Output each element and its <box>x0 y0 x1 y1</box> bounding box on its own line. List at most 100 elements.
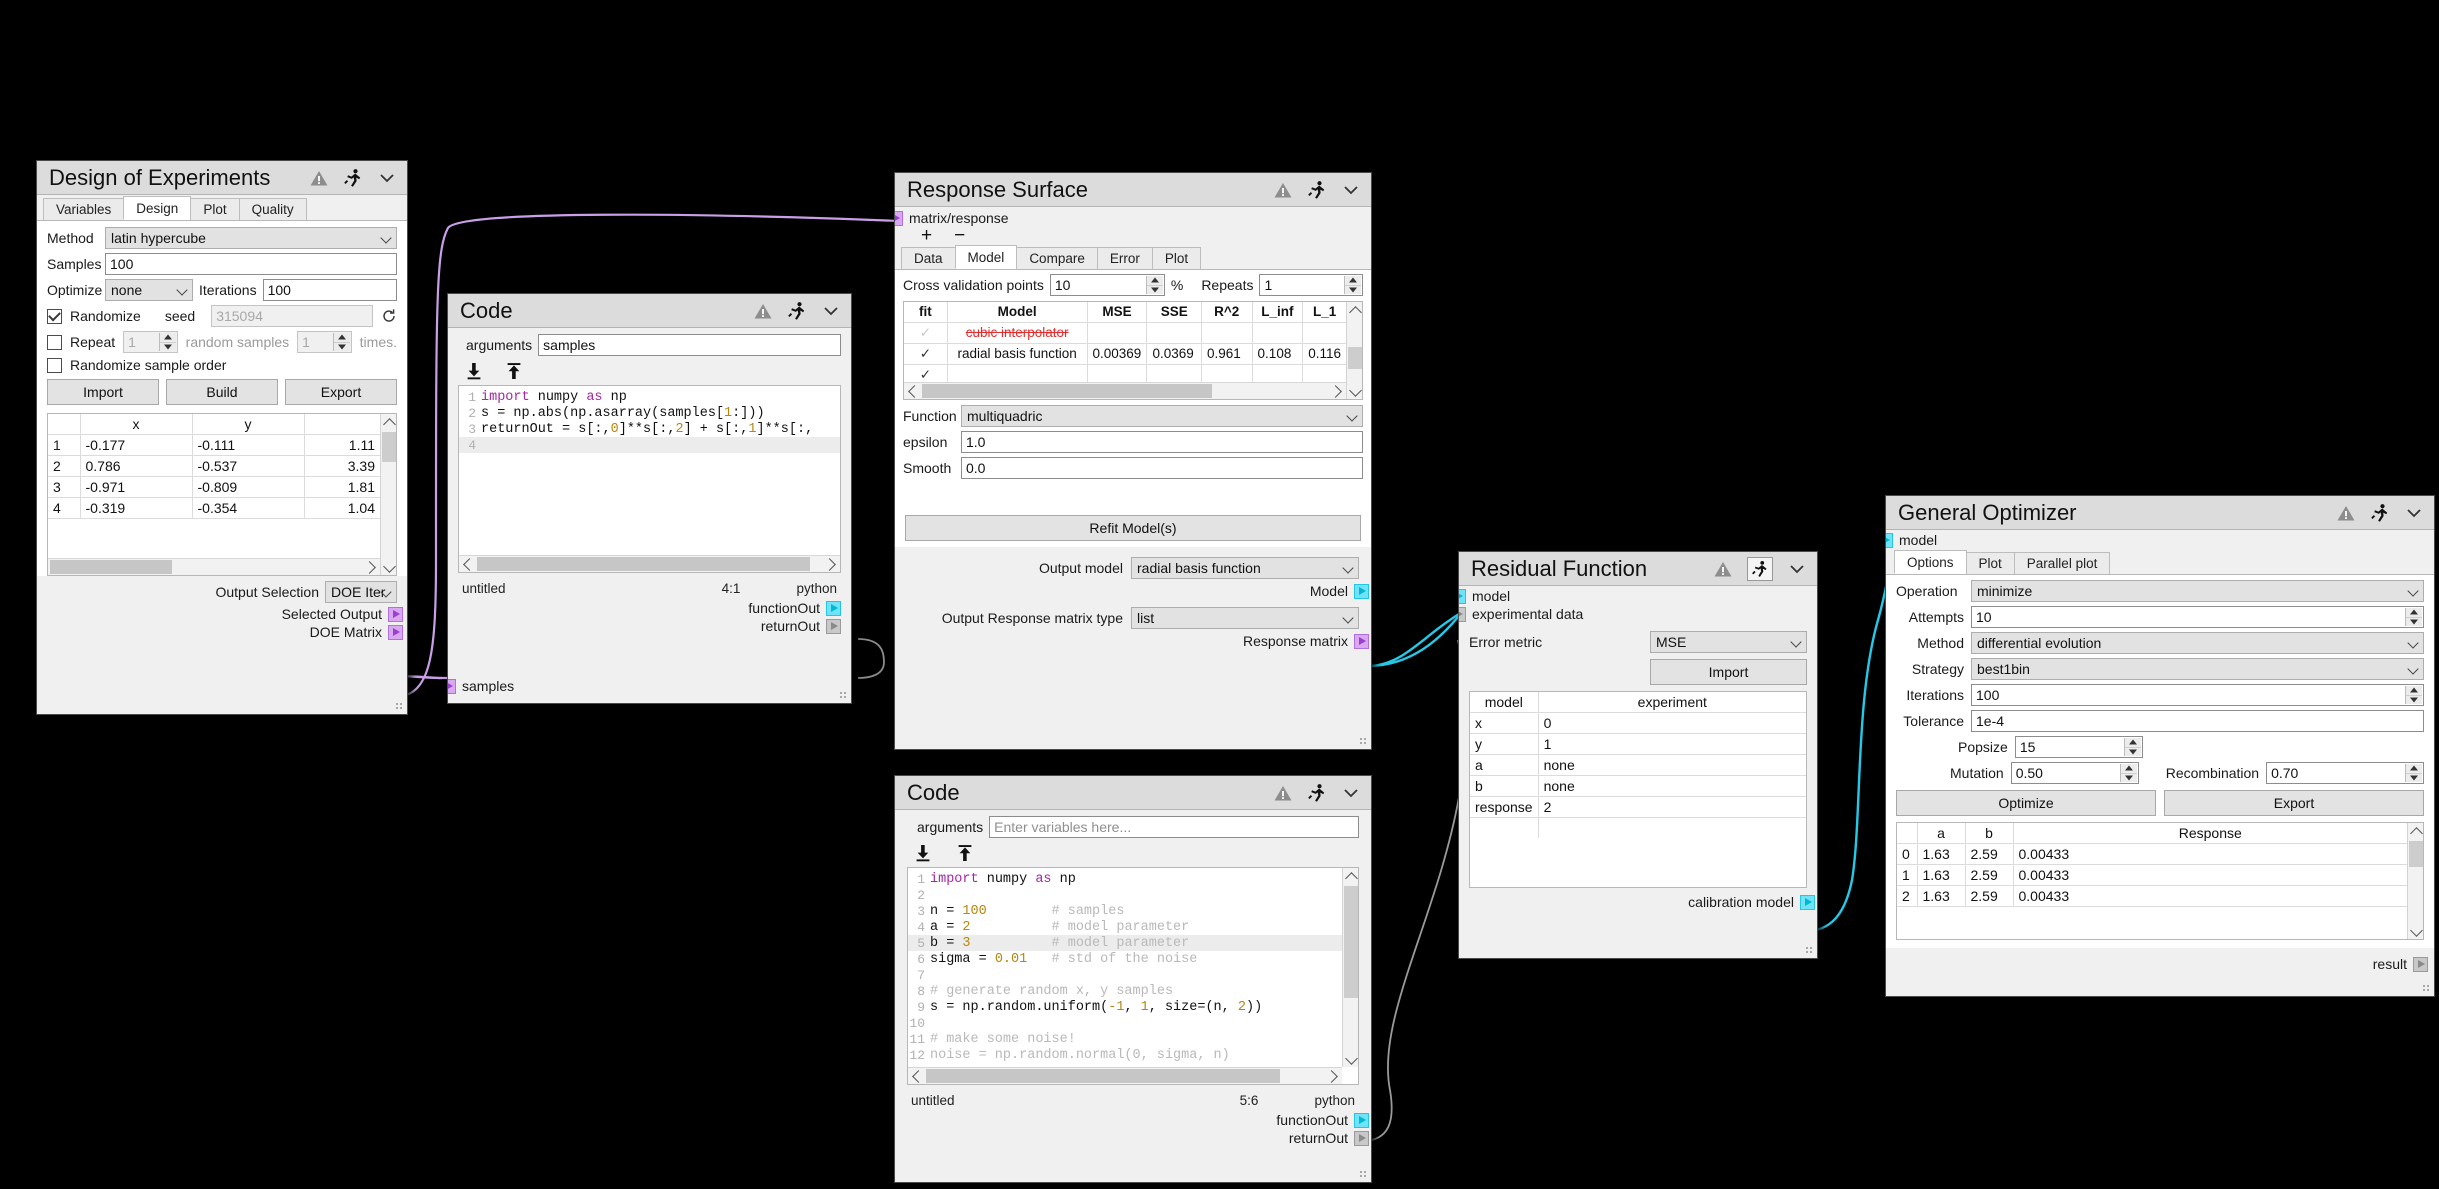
optimizer-titlebar[interactable]: General Optimizer <box>1886 496 2434 530</box>
tab-plot[interactable]: Plot <box>1965 552 2015 574</box>
tab-plot[interactable]: Plot <box>1151 247 1202 269</box>
popsize-spinner-arrows[interactable] <box>2123 738 2141 756</box>
error-metric-combo[interactable]: MSE <box>1650 631 1807 653</box>
node-graph-canvas[interactable]: Design of Experiments Variables Design P… <box>0 0 2439 1189</box>
optimizer-iterations-spinner-arrows[interactable] <box>2405 686 2422 704</box>
scroll-down-icon[interactable] <box>381 559 396 575</box>
run-icon[interactable] <box>2370 503 2390 523</box>
response-surface-titlebar[interactable]: Response Surface <box>895 173 1371 207</box>
mutation-spinner-arrows[interactable] <box>2119 764 2137 782</box>
table-row[interactable]: ✓ <box>904 363 1346 382</box>
download-icon[interactable] <box>464 361 484 381</box>
tab-model[interactable]: Model <box>954 245 1018 269</box>
tolerance-input[interactable]: 1e-4 <box>1971 710 2424 732</box>
arguments-input[interactable]: samples <box>538 334 841 356</box>
port-experimental-data-in[interactable] <box>1459 606 1466 622</box>
scroll-thumb[interactable] <box>477 557 810 571</box>
residual-titlebar[interactable]: Residual Function <box>1459 552 1817 586</box>
port-response-matrix-out[interactable] <box>1354 633 1369 649</box>
chevron-down-icon[interactable] <box>1341 180 1361 200</box>
node-response-surface[interactable]: Response Surface matrix/response + − Dat… <box>894 172 1372 750</box>
chevron-down-icon[interactable] <box>1341 783 1361 803</box>
iterations-input[interactable]: 100 <box>262 279 397 301</box>
upload-icon[interactable] <box>504 361 524 381</box>
rs-tabs[interactable]: Data Model Compare Error Plot <box>895 245 1371 270</box>
residual-import-button[interactable]: Import <box>1650 659 1807 685</box>
output-model-combo[interactable]: radial basis function <box>1131 557 1359 579</box>
scroll-right-icon[interactable] <box>823 556 840 572</box>
port-function-out[interactable] <box>1354 1112 1369 1128</box>
scroll-left-icon[interactable] <box>459 556 476 572</box>
scroll-up-icon[interactable] <box>381 414 396 430</box>
function-combo[interactable]: multiquadric <box>961 405 1363 427</box>
table-row[interactable]: b none <box>1470 775 1806 797</box>
random-samples-spinner[interactable]: 1 <box>297 331 352 353</box>
node-code-bottom[interactable]: Code arguments Enter variables here... 1… <box>894 775 1372 1183</box>
tab-error[interactable]: Error <box>1096 247 1153 269</box>
tab-options[interactable]: Options <box>1894 550 1967 574</box>
output-selection-combo[interactable]: DOE Iter <box>325 581 397 603</box>
port-calibration-model-out[interactable] <box>1800 894 1815 910</box>
resize-grip[interactable] <box>395 702 404 711</box>
run-icon[interactable] <box>1307 180 1327 200</box>
port-selected-output[interactable] <box>388 606 403 622</box>
doe-tabs[interactable]: Variables Design Plot Quality <box>37 196 407 221</box>
mutation-spinner[interactable]: 0.50 <box>2010 762 2139 784</box>
scroll-thumb[interactable] <box>1344 886 1358 998</box>
refit-models-button[interactable]: Refit Model(s) <box>905 515 1361 541</box>
rs-input-port-row[interactable]: matrix/response <box>895 207 1371 227</box>
table-row[interactable]: response 2 <box>1470 796 1806 818</box>
rs-model-port-row[interactable]: Model <box>907 583 1369 599</box>
samples-input[interactable]: 100 <box>105 253 397 275</box>
resize-grip[interactable] <box>1805 946 1814 955</box>
warning-icon[interactable] <box>1273 783 1293 803</box>
optimizer-result-output-row[interactable]: result <box>1886 948 2434 972</box>
doe-matrix-row[interactable]: DOE Matrix <box>47 624 403 640</box>
optimizer-table-vscrollbar[interactable] <box>2407 823 2423 939</box>
port-matrix-response-in[interactable] <box>895 210 903 226</box>
scroll-left-icon[interactable] <box>908 1068 925 1084</box>
tab-data[interactable]: Data <box>901 247 956 269</box>
port-return-out[interactable] <box>826 618 841 634</box>
scroll-down-icon[interactable] <box>2408 923 2423 939</box>
strategy-combo[interactable]: best1bin <box>1971 658 2424 680</box>
rs-fit-checkbox[interactable]: ✓ <box>904 363 948 382</box>
epsilon-input[interactable]: 1.0 <box>961 431 1363 453</box>
residual-cell-value[interactable]: none <box>1537 754 1806 776</box>
run-icon[interactable] <box>343 168 363 188</box>
table-row[interactable]: ✓ cubic interpolator <box>904 321 1346 344</box>
doe-table-hscrollbar[interactable] <box>48 558 380 575</box>
rs-model-table[interactable]: fit Model MSE SSE R^2 L_inf L_1 ✓ cubic … <box>903 301 1363 400</box>
rs-response-matrix-row[interactable]: Response matrix <box>907 633 1369 649</box>
cv-points-spinner-arrows[interactable] <box>1145 276 1163 294</box>
cv-points-spinner[interactable]: 10 <box>1049 274 1165 296</box>
repeat-spinner-arrows[interactable] <box>158 333 176 351</box>
seed-input[interactable]: 315094 <box>211 305 373 327</box>
doe-table-vscrollbar[interactable] <box>380 414 396 575</box>
optimizer-method-combo[interactable]: differential evolution <box>1971 632 2424 654</box>
node-general-optimizer[interactable]: General Optimizer model Options Plot Par… <box>1885 495 2435 997</box>
tab-variables[interactable]: Variables <box>43 198 125 220</box>
node-residual-function[interactable]: Residual Function model experimental dat… <box>1458 551 1818 959</box>
node-design-of-experiments[interactable]: Design of Experiments Variables Design P… <box>36 160 408 715</box>
scroll-right-icon[interactable] <box>363 559 380 575</box>
chevron-down-icon[interactable] <box>377 168 397 188</box>
table-row[interactable]: 0 1.63 2.59 0.00433 <box>1897 843 2407 865</box>
attempts-spinner-arrows[interactable] <box>2405 608 2422 626</box>
smooth-input[interactable]: 0.0 <box>961 457 1363 479</box>
scroll-right-icon[interactable] <box>1329 383 1346 399</box>
residual-cell-value[interactable]: 2 <box>1537 796 1806 818</box>
code-bottom-editor[interactable]: 1 import numpy as np 2 3n = 100 # samples… <box>907 867 1359 1085</box>
port-return-out[interactable] <box>1354 1130 1369 1146</box>
doe-build-button[interactable]: Build <box>166 379 278 405</box>
port-samples-in[interactable] <box>448 678 456 694</box>
scroll-down-icon[interactable] <box>1343 1051 1358 1067</box>
port-function-out[interactable] <box>826 600 841 616</box>
optimize-button[interactable]: Optimize <box>1896 790 2156 816</box>
operation-combo[interactable]: minimize <box>1971 580 2424 602</box>
recombination-spinner-arrows[interactable] <box>2405 764 2422 782</box>
scroll-up-icon[interactable] <box>1343 868 1358 884</box>
add-model-button[interactable]: + <box>921 226 932 245</box>
tab-parallel-plot[interactable]: Parallel plot <box>2013 552 2111 574</box>
scroll-left-icon[interactable] <box>904 383 921 399</box>
